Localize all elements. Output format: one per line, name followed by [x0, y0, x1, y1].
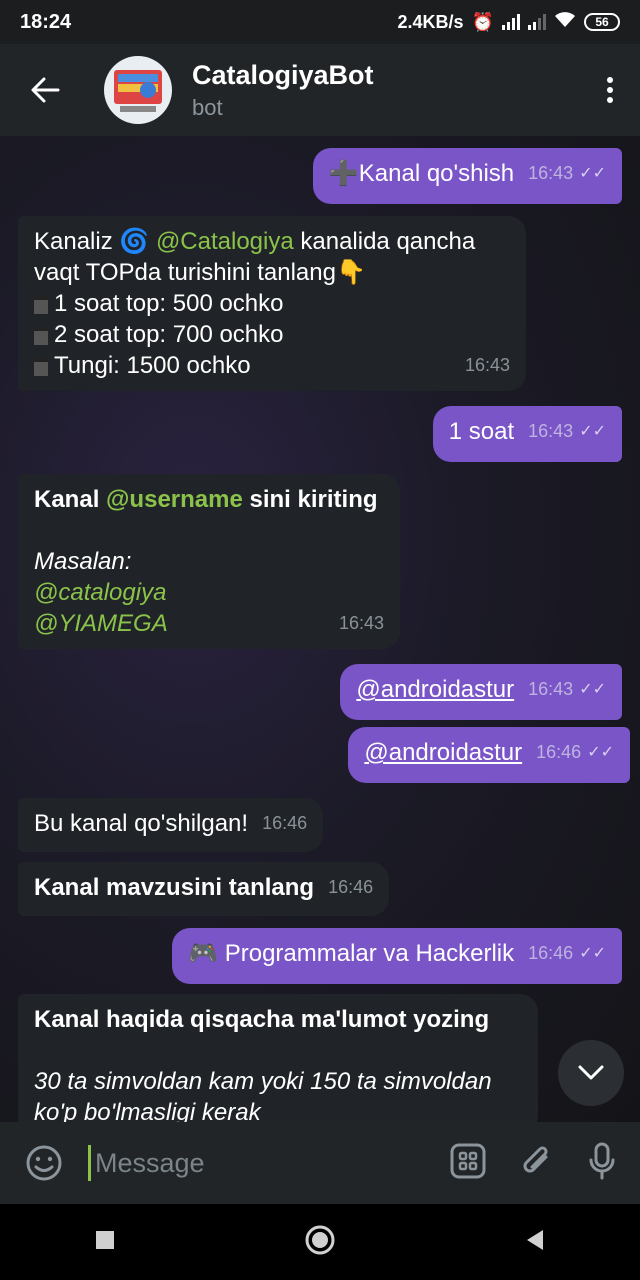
- message-time: 16:46: [536, 742, 582, 762]
- bullet-icon: [34, 295, 48, 314]
- message-time: 16:46: [528, 943, 574, 963]
- message-time: 16:43: [528, 679, 574, 699]
- network-speed: 2.4KB/s: [397, 11, 464, 32]
- message-time: 16:46: [262, 813, 308, 833]
- status-bar: 18:24 2.4KB/s ⏰ 56: [0, 0, 640, 44]
- mention-link[interactable]: @androidastur: [356, 674, 514, 705]
- message-outgoing[interactable]: 🎮 Programmalar va Hackerlik 16:46 ✓✓: [172, 928, 622, 984]
- home-button[interactable]: [304, 1224, 336, 1261]
- signal-icon: [528, 14, 546, 30]
- message-incoming[interactable]: Bu kanal qo'shilgan! 16:46: [18, 798, 324, 852]
- read-check-icon: ✓✓: [579, 423, 606, 440]
- grid-icon: [450, 1143, 486, 1178]
- bullet-icon: [34, 326, 48, 345]
- message-text: 1 soat: [448, 418, 515, 445]
- circle-icon: [305, 1225, 335, 1254]
- status-icons: 2.4KB/s ⏰ 56: [398, 11, 620, 34]
- avatar[interactable]: [104, 56, 172, 124]
- emoji-icon: [26, 1145, 62, 1181]
- message-time: 16:43: [464, 355, 510, 375]
- message-text: Bu kanal qo'shilgan!: [34, 810, 249, 837]
- message-incoming[interactable]: Kanal @username sini kiriting Masalan: @…: [18, 474, 400, 649]
- message-time: 16:46: [328, 877, 374, 897]
- example-label: Masalan:: [34, 548, 132, 575]
- message-time: 16:43: [338, 613, 384, 633]
- mention-link[interactable]: @catalogiya: [34, 577, 384, 608]
- bullet-icon: [34, 357, 48, 376]
- bot-logo-icon: [114, 70, 162, 112]
- battery-icon: 56: [584, 13, 620, 31]
- message-list[interactable]: ➕Kanal qo'shish 16:43 ✓✓ Kanaliz 🌀 @Cata…: [0, 136, 640, 1122]
- triangle-back-icon: [527, 1229, 544, 1250]
- mention-link[interactable]: @YIAMEGA: [34, 608, 168, 639]
- message-composer: Message: [0, 1122, 640, 1204]
- more-vertical-icon: [607, 77, 613, 103]
- status-time: 18:24: [20, 10, 72, 33]
- message-outgoing[interactable]: @androidastur 16:46 ✓✓: [348, 727, 630, 783]
- message-text: Kanaliz 🌀 @Catalogiya kanalida qancha va…: [34, 228, 476, 286]
- square-icon: [95, 1230, 114, 1249]
- alarm-icon: ⏰: [471, 11, 494, 32]
- list-item: 2 soat top: 700 ochko: [34, 319, 510, 350]
- system-nav-bar: [0, 1204, 640, 1280]
- back-button[interactable]: [0, 44, 90, 136]
- emoji-button[interactable]: [0, 1144, 88, 1182]
- message-outgoing[interactable]: @androidastur 16:43 ✓✓: [340, 664, 622, 720]
- message-incoming[interactable]: Kanal haqida qisqacha ma'lumot yozing 30…: [18, 994, 538, 1122]
- message-outgoing[interactable]: 1 soat 16:43 ✓✓: [432, 406, 622, 462]
- list-item: Tungi: 1500 ochko 16:43: [34, 350, 510, 381]
- message-title: Kanal haqida qisqacha ma'lumot yozing: [34, 1006, 490, 1033]
- recents-button[interactable]: [95, 1230, 115, 1255]
- back-nav-button[interactable]: [525, 1229, 545, 1256]
- chat-title: CatalogiyaBot: [192, 59, 374, 90]
- message-incoming[interactable]: Kanal mavzusini tanlang 16:46: [18, 862, 390, 916]
- mention-link[interactable]: @Catalogiya: [156, 228, 294, 255]
- voice-record-button[interactable]: [588, 1142, 616, 1185]
- paperclip-icon: [523, 1145, 548, 1172]
- read-check-icon: ✓✓: [587, 744, 614, 761]
- arrow-left-icon: [31, 77, 60, 103]
- mention-link[interactable]: @username: [106, 486, 243, 513]
- read-check-icon: ✓✓: [579, 681, 606, 698]
- message-text: Kanal mavzusini tanlang: [34, 874, 315, 901]
- more-menu-button[interactable]: [580, 44, 640, 136]
- mention-link[interactable]: @androidastur: [364, 737, 522, 768]
- read-check-icon: ✓✓: [579, 165, 606, 182]
- message-text: ➕Kanal qo'shish: [328, 160, 515, 187]
- message-text: Kanal @username sini kiriting: [34, 486, 378, 513]
- message-outgoing[interactable]: ➕Kanal qo'shish 16:43 ✓✓: [312, 148, 622, 204]
- message-input[interactable]: Message: [88, 1145, 450, 1181]
- chevron-down-icon: [578, 1065, 604, 1080]
- message-incoming[interactable]: Kanaliz 🌀 @Catalogiya kanalida qancha va…: [18, 216, 526, 391]
- signal-icon: [502, 14, 520, 30]
- scroll-down-button[interactable]: [558, 1040, 624, 1106]
- microphone-icon: [589, 1142, 615, 1179]
- message-text: 🎮 Programmalar va Hackerlik: [188, 940, 515, 967]
- attach-button[interactable]: [520, 1143, 554, 1184]
- message-time: 16:43: [528, 421, 574, 441]
- bot-commands-button[interactable]: [450, 1143, 486, 1184]
- message-time: 16:43: [528, 163, 574, 183]
- list-item: 1 soat top: 500 ochko: [34, 288, 510, 319]
- message-text: 30 ta simvoldan kam yoki 150 ta simvolda…: [34, 1068, 492, 1122]
- chat-subtitle: bot: [192, 94, 223, 120]
- wifi-icon: [554, 11, 576, 34]
- read-check-icon: ✓✓: [579, 945, 606, 962]
- chat-header: CatalogiyaBot bot: [0, 44, 640, 136]
